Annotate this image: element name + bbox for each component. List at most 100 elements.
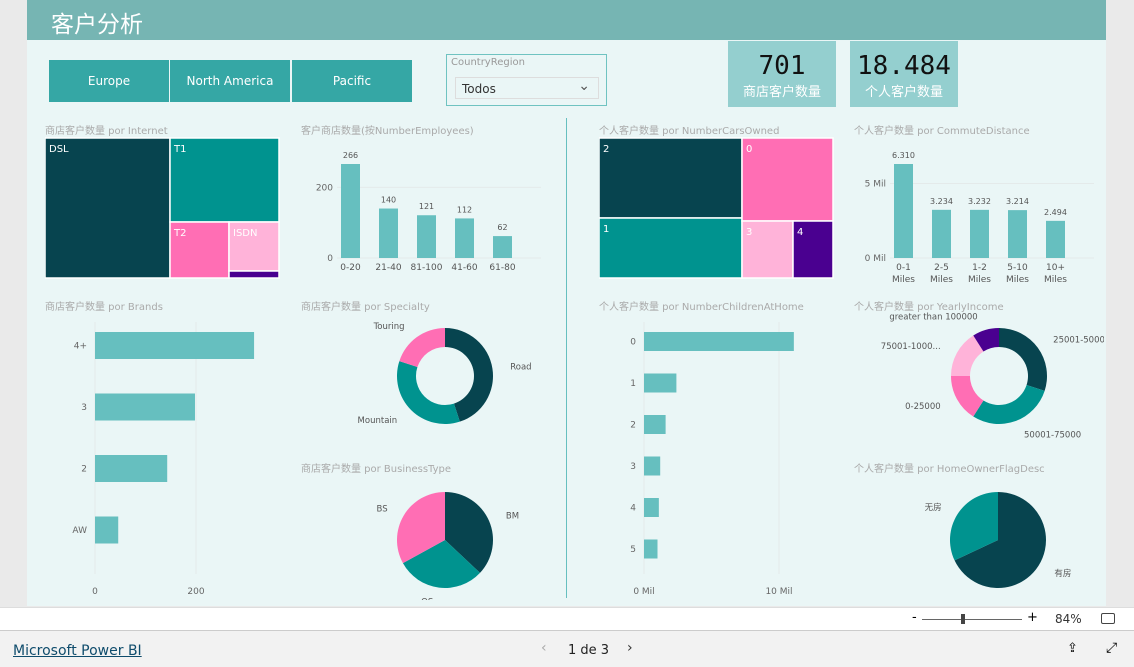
x-tick-label: 2-5 [934,263,949,273]
bar[interactable] [970,209,989,258]
chart-specialty: 商店客户数量 por Specialty Road Mountain Touring [301,298,541,448]
slicer-europe[interactable]: Europe [49,60,169,102]
divider [566,118,567,598]
chart-brands: 商店客户数量 por Brands02004004+32AW [45,298,285,598]
chart-svg: 0 Mil 5 Mil 6.310 0-1 Miles 3.234 2-5 Miles 3.23… [865,151,1094,282]
y-tick-label: 1 [630,379,636,389]
kpi-value: 18.484 [857,51,951,81]
bar[interactable] [417,215,436,258]
bar[interactable] [95,516,119,544]
bar[interactable] [1008,210,1027,258]
x-tick-label: 0-20 [340,263,361,273]
bar[interactable] [95,393,195,421]
slice-label: Mountain [358,416,398,426]
bar[interactable] [95,455,168,482]
treemap-tile[interactable]: 1 [599,217,743,279]
bar[interactable] [95,332,255,359]
zoom-out-button[interactable]: - [912,610,917,625]
slice[interactable] [397,361,460,424]
chart-title: 客户商店数量(按NumberEmployees) [301,126,474,137]
x-tick-label: Miles [892,275,915,282]
y-tick-label: 5 Mil [865,180,886,190]
chart-svg: Road Mountain Touring [358,322,532,426]
zoom-level: 84% [1055,612,1082,626]
kpi-store-customers: 701 商店客户数量 [728,41,836,107]
zoom-in-button[interactable]: + [1027,610,1038,625]
chart-children: 个人客户数量 por NumberChildrenAtHome 0 Mil 10 M… [599,298,839,598]
x-tick-label: 10+ [1046,263,1065,273]
treemap-tile[interactable]: DSL [45,137,171,279]
power-bi-link[interactable]: Microsoft Power BI [13,643,142,659]
share-icon[interactable]: ⇪ [1067,641,1078,656]
data-label: 3.232 [968,197,991,206]
kpi-label: 商店客户数量 [742,85,821,100]
bar[interactable] [644,498,659,517]
next-page-icon[interactable]: › [627,640,633,656]
slice[interactable] [999,328,1047,391]
country-region-slicer: CountryRegion Todos ⌄ [446,54,607,106]
treemap-tile[interactable] [228,270,280,279]
zoom-slider-handle[interactable] [961,614,965,624]
treemap-tile[interactable]: 0 [741,137,834,222]
treemap-tile[interactable]: T1 [169,137,280,223]
y-tick-label: 0 [630,338,636,348]
y-tick-label: 5 [630,545,636,555]
kpi-value: 701 [758,51,806,81]
data-label: 6.310 [892,151,915,160]
bar[interactable] [644,373,677,393]
bar[interactable] [379,208,398,258]
x-tick-label: Miles [968,275,991,282]
bar[interactable] [644,332,794,351]
bar[interactable] [894,164,913,258]
slice-label: 有房 [1054,568,1071,579]
tile-label: T2 [173,228,186,239]
treemap-tile[interactable]: 3 [741,220,794,279]
slice-label: BS [377,504,388,514]
x-tick-label: 5-10 [1007,263,1028,273]
chart-title: 商店客户数量 por Specialty [301,302,430,313]
bar[interactable] [932,209,951,258]
prev-page-icon[interactable]: ‹ [541,640,547,656]
fullscreen-icon[interactable]: ⤢ [1106,640,1117,656]
chevron-down-icon: ⌄ [578,78,590,94]
treemap-tile[interactable]: 2 [599,137,743,219]
y-tick-label: AW [72,526,87,536]
treemap-tile[interactable]: 4 [792,220,834,279]
slice[interactable] [399,328,445,368]
y-tick-label: 3 [81,403,87,413]
chart-svg: 0 Mil 10 Mil 0 1 2 3 4 5 [630,322,794,597]
zoom-slider[interactable] [922,619,1022,620]
fit-page-icon[interactable] [1101,613,1115,624]
data-label: 62 [497,223,507,232]
slice-label: 0-25000 [905,402,941,412]
chart-svg: 2 1 0 3 4 [599,137,834,279]
slicer-pacific[interactable]: Pacific [292,60,412,102]
x-tick-label: 21-40 [375,263,401,273]
kpi-individual-customers: 18.484 个人客户数量 [850,41,958,107]
tile-label: 3 [746,227,752,238]
bar[interactable] [493,236,512,258]
footer-bar: Microsoft Power BI ‹ 1 de 3 › ⇪ ⤢ [0,630,1134,667]
slice-label: Touring [373,322,405,332]
bar[interactable] [341,164,360,258]
y-tick-label: 0 [327,254,333,264]
slice[interactable] [973,384,1045,424]
tile-label: 2 [603,144,609,155]
bar[interactable] [455,218,474,258]
bar[interactable] [644,415,666,434]
treemap-tile[interactable]: ISDN [228,221,280,272]
y-tick-label: 200 [316,183,333,193]
report-canvas: 客户分析 Europe North America Pacific Countr… [27,0,1106,606]
country-region-dropdown[interactable]: Todos ⌄ [455,77,599,99]
bar[interactable] [644,539,658,559]
chart-business: 商店客户数量 por BusinessType BM OS BS [301,460,541,600]
data-label: 3.214 [1006,197,1029,206]
chart-homeowner: 个人客户数量 por HomeOwnerFlagDesc 有房 无房 [854,460,1104,600]
page-indicator: 1 de 3 [568,643,610,658]
chart-title: 商店客户数量 por BusinessType [301,464,451,475]
treemap-tile[interactable]: T2 [169,221,230,279]
slicer-north-america[interactable]: North America [170,60,290,102]
bar[interactable] [644,456,661,476]
x-tick-label: 0 [92,587,98,597]
bar[interactable] [1046,220,1065,258]
